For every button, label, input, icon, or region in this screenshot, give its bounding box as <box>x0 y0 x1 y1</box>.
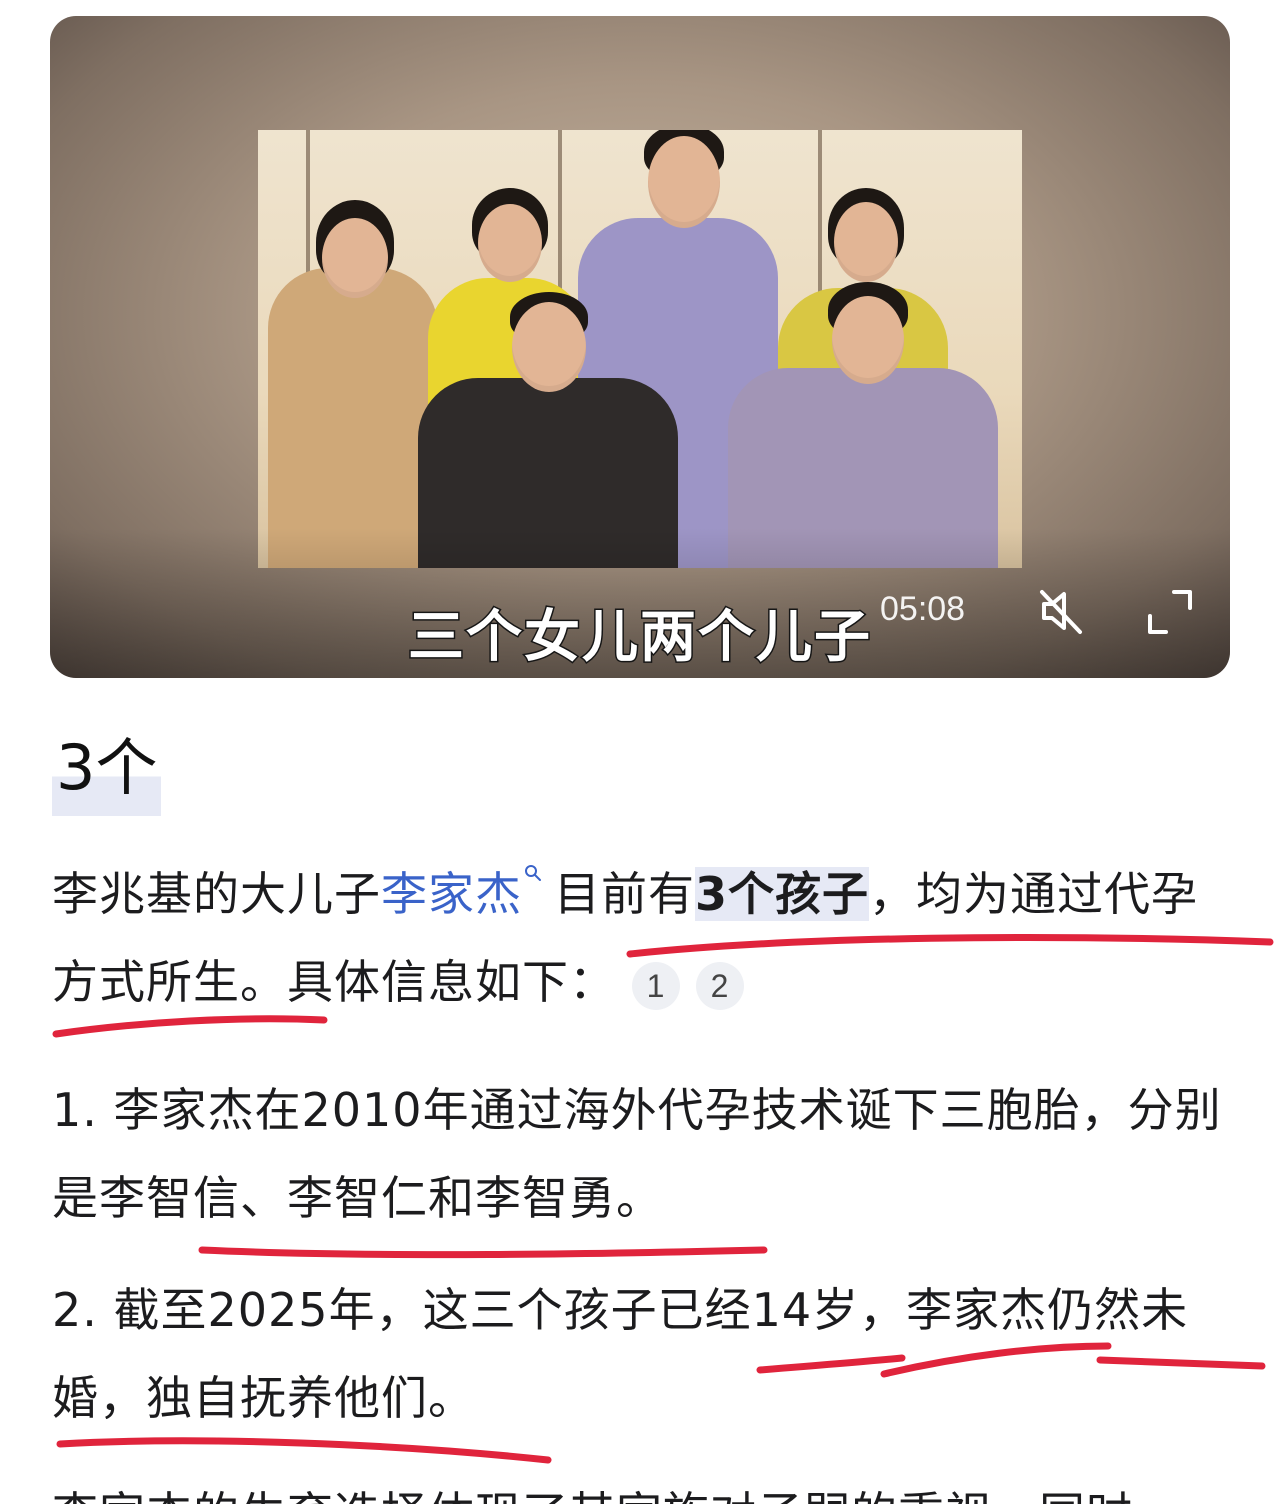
citation-badge[interactable]: 2 <box>696 961 744 1010</box>
citation-badge[interactable]: 1 <box>632 961 680 1010</box>
page: 三个女儿两个儿子 05:08 3个 李兆基的大儿子李家杰 目前有3个孩子，均为通过… <box>0 0 1280 1504</box>
answer-paragraph-intro: 李兆基的大儿子李家杰 目前有3个孩子，均为通过代孕方式所生。具体信息如下： 1 2 <box>52 850 1232 1026</box>
entity-link[interactable]: 李家杰 <box>381 867 522 921</box>
fullscreen-button[interactable] <box>1144 586 1196 638</box>
person-figure <box>728 282 998 568</box>
answer-list-item-2: 2. 截至2025年，这三个孩子已经14岁，李家杰仍然未婚，独自抚养他们。 <box>52 1283 1189 1425</box>
fullscreen-icon <box>1148 590 1192 634</box>
person-figure <box>268 200 438 568</box>
intro-mid-text: 目前有 <box>554 867 695 921</box>
answer-list-item-1: 1. 李家杰在2010年通过海外代孕技术诞下三胞胎，分别是李智信、李智仁和李智勇… <box>52 1083 1222 1225</box>
highlighted-answer: 3个孩子 <box>695 867 870 921</box>
speaker-muted-icon <box>1040 590 1082 634</box>
video-frame-family-photo <box>258 130 1022 568</box>
answer-title: 3个 <box>52 728 162 816</box>
search-icon[interactable] <box>524 864 542 882</box>
video-subtitle: 三个女儿两个儿子 <box>407 604 872 672</box>
person-figure <box>418 292 678 568</box>
intro-lead-text: 李兆基的大儿子 <box>52 867 381 921</box>
mute-button[interactable] <box>1034 584 1088 638</box>
answer-paragraph-cutoff: 李家杰的生育选择体现了其家族对子嗣的重视，同时 <box>52 1470 1232 1504</box>
video-timecode: 05:08 <box>880 590 966 628</box>
video-player[interactable]: 三个女儿两个儿子 05:08 <box>50 16 1230 678</box>
